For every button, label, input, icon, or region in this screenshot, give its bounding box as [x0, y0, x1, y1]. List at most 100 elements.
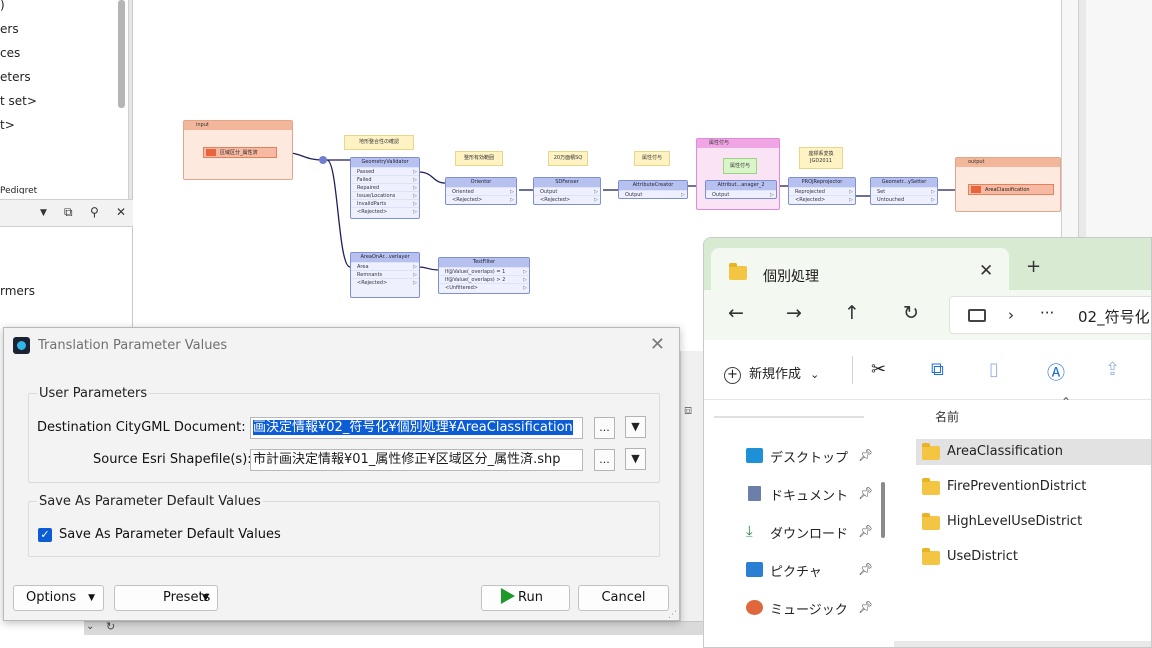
picture-icon: [746, 562, 763, 577]
address-bar[interactable]: › ··· 02_符号化: [949, 296, 1151, 334]
breadcrumb-ellipsis[interactable]: ···: [1040, 304, 1054, 322]
dialog-titlebar[interactable]: Translation Parameter Values ✕: [4, 328, 679, 362]
explorer-tab[interactable]: 個別処理 ✕: [711, 248, 1009, 292]
paste-icon[interactable]: ▯: [989, 359, 999, 380]
pin-icon[interactable]: 📌︎: [858, 486, 873, 500]
chevron-down-icon: ▼: [88, 593, 95, 603]
folder-row[interactable]: UseDistrict: [916, 544, 1151, 570]
transformer-proj-reprojector[interactable]: PROJReprojector Reprojected <Rejected>: [788, 177, 856, 205]
transformer-area-overlayer[interactable]: AreaOnAr...verlayer Area Remnants <Rejec…: [350, 252, 420, 298]
fme-app-icon: [13, 337, 30, 354]
pin-icon[interactable]: ⚲: [90, 205, 99, 219]
tree-item[interactable]: ces: [0, 46, 20, 60]
chevron-down-icon[interactable]: ▼: [40, 208, 47, 218]
cut-icon[interactable]: ✂: [871, 359, 886, 380]
save-defaults-label[interactable]: Save As Parameter Default Values: [59, 527, 281, 542]
folder-icon: [922, 513, 940, 530]
annotation-note[interactable]: 座標系変換 JGD2011: [799, 147, 843, 169]
side-strip: ⧈: [680, 351, 704, 621]
presets-button[interactable]: Presets ▼: [114, 585, 218, 611]
close-tab-icon[interactable]: ✕: [979, 261, 993, 281]
annotation-note[interactable]: 20万面積SQ: [548, 151, 588, 166]
chevron-down-icon: ⌄: [810, 368, 820, 381]
file-list: ⌃ 名前 AreaClassification FirePreventionDi…: [894, 395, 1151, 647]
refresh-icon[interactable]: ↻: [903, 302, 919, 324]
close-icon[interactable]: ✕: [650, 334, 665, 355]
tree-item[interactable]: t>: [0, 118, 15, 132]
up-icon[interactable]: ↑: [844, 302, 860, 324]
splitter[interactable]: [128, 0, 132, 200]
transformers-label[interactable]: rmers: [0, 284, 35, 298]
folder-row[interactable]: FirePreventionDistrict: [916, 474, 1151, 500]
destination-input[interactable]: 画決定情報¥02_符号化¥個別処理¥AreaClassification: [250, 417, 583, 439]
source-browse-button[interactable]: ...: [594, 449, 615, 471]
pin-icon[interactable]: 📌︎: [858, 448, 873, 462]
pin-icon[interactable]: 📌︎: [858, 562, 873, 576]
breadcrumb-item[interactable]: 02_符号化: [1078, 306, 1150, 327]
new-tab-icon[interactable]: +: [1026, 256, 1041, 277]
tree-item[interactable]: eters: [0, 70, 31, 84]
refresh-icon[interactable]: ↻: [106, 620, 115, 633]
resize-grip-icon[interactable]: ⋰: [668, 610, 677, 620]
writer-feature-type[interactable]: AreaClassification: [968, 184, 1054, 195]
tree-item[interactable]: ): [0, 0, 5, 12]
cancel-button[interactable]: Cancel: [578, 585, 669, 611]
transformer-attribute-manager[interactable]: Attribut...anager_2 Output: [705, 180, 777, 199]
reader-feature-type[interactable]: 区域区分_属性済: [203, 147, 277, 158]
new-button[interactable]: + 新規作成 ⌄: [724, 363, 819, 384]
annotation-note[interactable]: 属性付与: [634, 151, 670, 166]
transformer-sdfenser[interactable]: SDFenser Output <Rejected>: [533, 177, 601, 205]
group-title: User Parameters: [37, 386, 150, 401]
breadcrumb-chevron-icon[interactable]: ›: [1008, 306, 1014, 324]
copy-icon[interactable]: ⧉: [931, 359, 944, 380]
pin-icon[interactable]: 📌︎: [858, 524, 873, 538]
desktop-icon: [746, 448, 763, 463]
folder-icon: [922, 478, 940, 495]
divider: [852, 356, 853, 384]
transformer-orientor[interactable]: Orientor Oriented <Rejected>: [445, 177, 517, 205]
horizontal-scrollbar[interactable]: [894, 641, 1151, 647]
annotation-note[interactable]: 地形整合性の確認: [344, 135, 414, 150]
transformer-attribute-creator[interactable]: AttributeCreator Output: [618, 180, 688, 199]
tree-item[interactable]: t set>: [0, 94, 37, 108]
explorer-tabbar: 個別処理 ✕ +: [704, 238, 1151, 292]
run-button[interactable]: Run: [481, 585, 570, 611]
share-icon[interactable]: ⇪: [1105, 359, 1120, 380]
navigation-scrollbar[interactable]: [881, 482, 885, 538]
save-defaults-group: Save As Parameter Default Values ✓ Save …: [28, 494, 660, 557]
tree-item[interactable]: ers: [0, 22, 19, 36]
transformer-test-filter[interactable]: TestFilter If@Value(_overlaps) = 1 If@Va…: [438, 257, 530, 294]
translation-parameter-dialog: Translation Parameter Values ✕ User Para…: [3, 327, 680, 621]
dialog-title: Translation Parameter Values: [38, 338, 228, 353]
computer-icon: [968, 309, 986, 322]
annotation-note[interactable]: 整形有効範囲: [455, 151, 503, 166]
right-splitter[interactable]: [1078, 0, 1086, 240]
destination-browse-button[interactable]: ...: [594, 417, 615, 439]
annotation-note[interactable]: 属性付与: [723, 158, 757, 174]
rename-icon[interactable]: Ⓐ: [1047, 359, 1065, 385]
transformer-geometry-validator[interactable]: GeometryValidator Passed Failed Repaired…: [350, 157, 420, 219]
navigator-scrollbar[interactable]: [118, 0, 125, 108]
back-icon[interactable]: ←: [728, 302, 744, 324]
pin-icon[interactable]: 📌︎: [858, 600, 873, 614]
horizontal-scrollbar[interactable]: ⌄ ↻: [84, 620, 703, 635]
source-label: Source Esri Shapefile(s):: [93, 452, 252, 467]
tree-item[interactable]: Pedigret: [0, 186, 37, 194]
sort-caret-icon[interactable]: ⌃: [1061, 395, 1071, 409]
source-dropdown-button[interactable]: ▼: [625, 448, 646, 470]
float-icon[interactable]: ⧉: [64, 205, 73, 220]
transformer-geometry-setter[interactable]: Geometr...ySetter Set Untouched: [870, 177, 938, 205]
folder-row[interactable]: AreaClassification: [916, 439, 1151, 465]
close-icon[interactable]: ✕: [116, 205, 126, 219]
chevron-down-icon[interactable]: ⌄: [86, 621, 94, 632]
column-header-name[interactable]: 名前: [935, 408, 959, 425]
folder-icon: [922, 443, 940, 460]
folder-row[interactable]: HighLevelUseDistrict: [916, 509, 1151, 535]
tool-icon[interactable]: ⧈: [684, 403, 692, 418]
source-input[interactable]: 市計画決定情報¥01_属性修正¥区域区分_属性済.shp: [250, 449, 583, 471]
forward-icon[interactable]: →: [786, 302, 802, 324]
save-defaults-checkbox[interactable]: ✓: [38, 528, 52, 542]
destination-dropdown-button[interactable]: ▼: [625, 416, 646, 438]
options-button[interactable]: Options ▼: [13, 585, 104, 611]
attribute-bookmark[interactable]: 属性付与: [696, 138, 780, 210]
